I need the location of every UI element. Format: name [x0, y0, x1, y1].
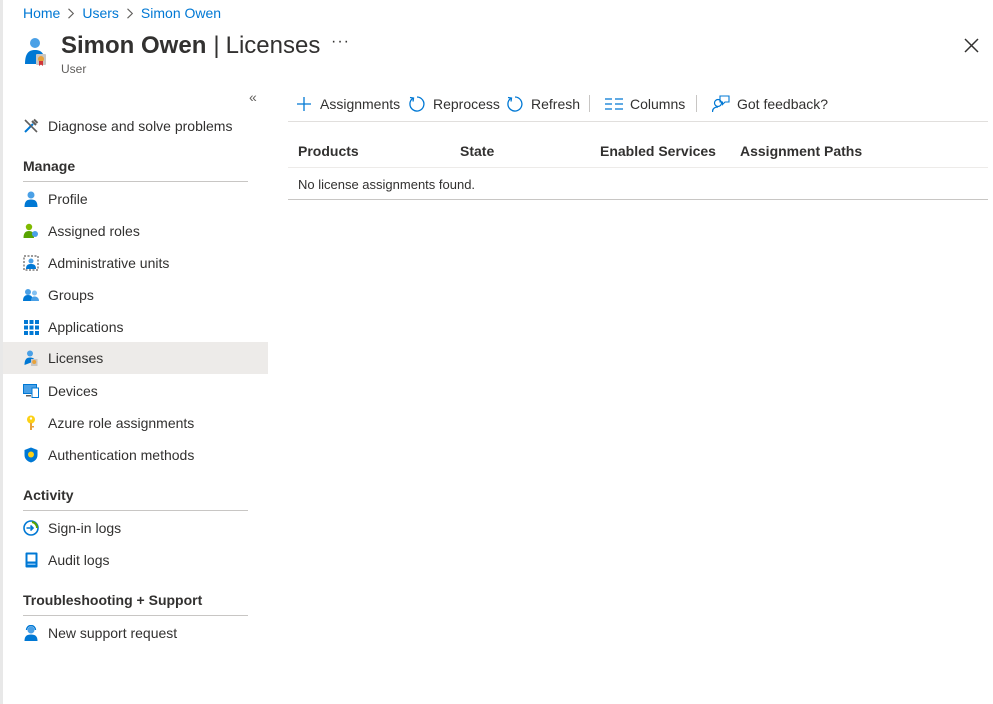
- sidebar-item-assigned-roles[interactable]: Assigned roles: [3, 215, 268, 247]
- sign-in-icon: [23, 520, 39, 536]
- toolbar-divider-line: [288, 121, 988, 122]
- sidebar-item-authentication-methods[interactable]: Authentication methods: [3, 439, 268, 471]
- user-license-icon: [24, 37, 48, 67]
- column-header-assignment-paths[interactable]: Assignment Paths: [740, 143, 862, 159]
- device-icon: [23, 383, 39, 399]
- sidebar-item-label: Devices: [48, 383, 98, 399]
- section-title-manage: Manage: [23, 158, 76, 174]
- sidebar-item-diagnose[interactable]: Diagnose and solve problems: [3, 110, 268, 142]
- support-icon: [23, 625, 39, 641]
- grid-bottom-divider: [288, 199, 988, 200]
- section-title-activity: Activity: [23, 487, 74, 503]
- admin-units-icon: [23, 255, 39, 271]
- feedback-button[interactable]: Got feedback?: [712, 93, 828, 115]
- sidebar-item-azure-role-assignments[interactable]: Azure role assignments: [3, 407, 268, 439]
- user-icon: [23, 191, 39, 207]
- audit-log-icon: [23, 552, 39, 568]
- sidebar-item-label: Audit logs: [48, 552, 110, 568]
- empty-grid-message: No license assignments found.: [298, 177, 476, 192]
- column-header-products[interactable]: Products: [298, 143, 359, 159]
- reprocess-label: Reprocess: [433, 96, 500, 112]
- grid-apps-icon: [23, 319, 39, 335]
- sidebar-item-administrative-units[interactable]: Administrative units: [3, 247, 268, 279]
- refresh-icon: [506, 95, 524, 113]
- column-header-state[interactable]: State: [460, 143, 494, 159]
- section-divider: [23, 510, 248, 511]
- feedback-icon: [712, 95, 730, 113]
- sidebar-item-label: New support request: [48, 625, 178, 641]
- user-name: Simon Owen: [61, 32, 207, 59]
- refresh-label: Refresh: [531, 96, 581, 112]
- columns-button[interactable]: Columns: [605, 93, 685, 115]
- sidebar-item-sign-in-logs[interactable]: Sign-in logs: [3, 512, 268, 544]
- toolbar-divider: [589, 95, 590, 112]
- sidebar-item-devices[interactable]: Devices: [3, 375, 268, 407]
- user-role-icon: [23, 223, 39, 239]
- sidebar-item-label: Diagnose and solve problems: [48, 118, 233, 134]
- sidebar-item-label: Administrative units: [48, 255, 170, 271]
- sidebar-item-licenses[interactable]: Licenses: [3, 342, 268, 374]
- shield-icon: [23, 447, 39, 463]
- column-header-enabled-services[interactable]: Enabled Services: [600, 143, 716, 159]
- sidebar-item-label: Licenses: [48, 350, 104, 366]
- breadcrumb: Home Users Simon Owen: [23, 4, 221, 22]
- columns-label: Columns: [630, 96, 686, 112]
- sidebar-item-audit-logs[interactable]: Audit logs: [3, 544, 268, 576]
- add-assignments-button[interactable]: Assignments: [295, 93, 400, 115]
- reprocess-icon: [408, 95, 426, 113]
- page-title: Simon Owen | Licenses: [61, 30, 320, 62]
- plus-icon: [295, 95, 313, 113]
- sidebar-item-applications[interactable]: Applications: [3, 311, 268, 343]
- sidebar-item-groups[interactable]: Groups: [3, 279, 268, 311]
- sidebar-item-label: Authentication methods: [48, 447, 195, 463]
- reprocess-button[interactable]: Reprocess: [408, 93, 500, 115]
- collapse-sidebar-button[interactable]: «: [249, 90, 263, 104]
- feedback-label: Got feedback?: [737, 96, 829, 112]
- wrench-icon: [23, 118, 39, 134]
- sidebar-item-new-support-request[interactable]: New support request: [3, 617, 268, 649]
- sidebar-item-label: Applications: [48, 319, 124, 335]
- close-icon[interactable]: [963, 37, 980, 54]
- toolbar-divider: [696, 95, 697, 112]
- blade-title: Licenses: [225, 32, 321, 59]
- assignments-label: Assignments: [320, 96, 401, 112]
- breadcrumb-user[interactable]: Simon Owen: [141, 5, 221, 21]
- more-options-button[interactable]: ···: [331, 33, 349, 53]
- sidebar-item-label: Sign-in logs: [48, 520, 122, 536]
- section-divider: [23, 615, 248, 616]
- sidebar-item-label: Azure role assignments: [48, 415, 195, 431]
- section-divider: [23, 181, 248, 182]
- sidebar-item-label: Assigned roles: [48, 223, 140, 239]
- columns-icon: [605, 95, 623, 113]
- chevron-right-icon: [119, 6, 141, 20]
- page-subtitle: User: [61, 62, 87, 76]
- section-title-troubleshooting: Troubleshooting + Support: [23, 592, 203, 608]
- sidebar-item-profile[interactable]: Profile: [3, 183, 268, 215]
- groups-icon: [23, 287, 39, 303]
- license-icon: [23, 350, 39, 366]
- chevron-right-icon: [60, 6, 82, 20]
- key-icon: [23, 415, 39, 431]
- refresh-button[interactable]: Refresh: [506, 93, 580, 115]
- breadcrumb-home[interactable]: Home: [23, 5, 60, 21]
- sidebar-item-label: Groups: [48, 287, 94, 303]
- grid-header-divider: [288, 167, 988, 168]
- breadcrumb-users[interactable]: Users: [82, 5, 119, 21]
- title-separator: |: [213, 32, 220, 59]
- sidebar-item-label: Profile: [48, 191, 88, 207]
